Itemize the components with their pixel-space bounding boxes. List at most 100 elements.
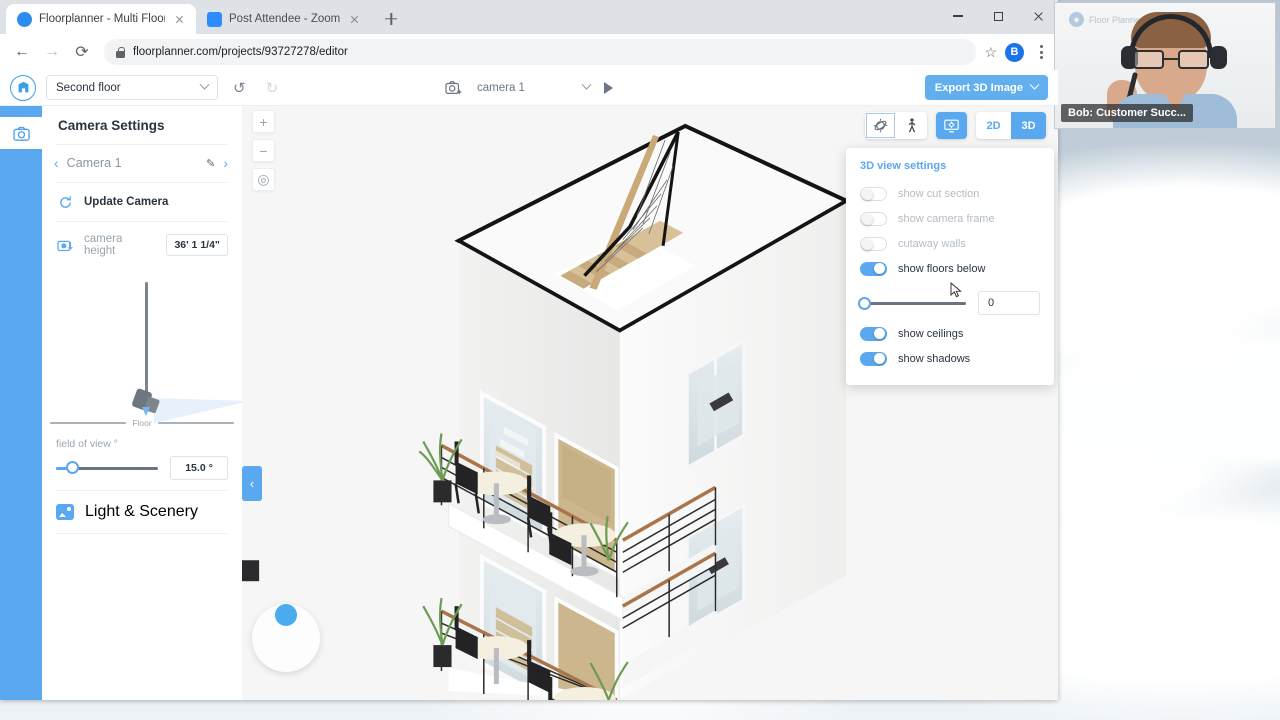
close-icon[interactable] bbox=[172, 12, 187, 27]
toggle-cutaway-walls[interactable] bbox=[860, 236, 887, 251]
update-camera-row[interactable]: Update Camera bbox=[42, 183, 242, 221]
view-settings-button[interactable] bbox=[936, 112, 967, 139]
undo-button[interactable]: ↺ bbox=[228, 79, 251, 97]
orbit-mode-button[interactable] bbox=[865, 112, 896, 139]
floors-below-input[interactable]: 0 bbox=[978, 291, 1040, 315]
compass-handle[interactable] bbox=[275, 604, 297, 626]
maximize-button[interactable] bbox=[978, 0, 1018, 32]
orbit-icon bbox=[873, 118, 888, 133]
camera-height-icon bbox=[56, 237, 74, 253]
export-label: Export 3D Image bbox=[934, 81, 1023, 94]
minimize-button[interactable] bbox=[938, 0, 978, 32]
chevron-down-icon[interactable] bbox=[581, 79, 592, 90]
toggle-show-camera-frame[interactable] bbox=[860, 211, 887, 226]
floorplanner-app: Second floor ↺ ↻ camera 1 Export 3D Imag… bbox=[0, 70, 1058, 700]
navigation-mode-group bbox=[865, 112, 927, 139]
prev-camera-button[interactable]: ‹ bbox=[54, 155, 59, 171]
walk-mode-button[interactable] bbox=[896, 112, 927, 139]
floor-line-left bbox=[50, 421, 127, 425]
zoom-in-button[interactable]: + bbox=[252, 110, 275, 133]
3d-canvas[interactable]: + − ◎ 2D 3D 3D view settings show cut se… bbox=[242, 106, 1058, 700]
view-mode-toolbar: 2D 3D bbox=[865, 112, 1046, 139]
rail-tab-camera[interactable] bbox=[0, 117, 42, 149]
toggle-show-shadows[interactable] bbox=[860, 351, 887, 366]
new-tab-button[interactable] bbox=[378, 6, 404, 32]
camera-height-row: camera height 36' 1 1/4" bbox=[42, 222, 242, 268]
reload-icon[interactable]: ⟳ bbox=[68, 38, 96, 66]
toggle-show-floors-below[interactable] bbox=[860, 261, 887, 276]
camera-selector: ‹ Camera 1 ✎ › bbox=[42, 145, 242, 182]
eyeglasses bbox=[1133, 50, 1209, 70]
camera-height-input[interactable]: 36' 1 1/4" bbox=[166, 234, 228, 256]
dimension-toggle-group: 2D 3D bbox=[976, 112, 1046, 139]
setting-show-floors-below[interactable]: show floors below bbox=[846, 256, 1054, 281]
chevron-down-icon bbox=[199, 79, 210, 90]
setting-label: show floors below bbox=[898, 262, 986, 275]
back-icon[interactable]: ← bbox=[8, 38, 36, 66]
edit-pencil-icon[interactable]: ✎ bbox=[206, 157, 215, 170]
field-of-view-slider[interactable] bbox=[56, 461, 158, 474]
slider-knob[interactable] bbox=[66, 461, 79, 474]
camera-label: Camera 1 bbox=[66, 156, 122, 170]
chevron-down-icon bbox=[1029, 79, 1040, 90]
bookmark-star-icon[interactable]: ☆ bbox=[984, 44, 997, 61]
camera-height-label: camera height bbox=[84, 233, 123, 257]
setting-cutaway-walls[interactable]: cutaway walls bbox=[846, 231, 1054, 256]
setting-show-ceilings[interactable]: show ceilings bbox=[846, 321, 1054, 346]
2d-button[interactable]: 2D bbox=[976, 112, 1011, 139]
floor-select-value: Second floor bbox=[56, 81, 121, 94]
light-and-scenery-row[interactable]: Light & Scenery bbox=[42, 491, 242, 533]
lock-icon bbox=[116, 46, 125, 58]
mouse-cursor bbox=[950, 282, 962, 298]
profile-avatar[interactable]: B bbox=[1005, 42, 1024, 62]
sidebar-collapse-button[interactable]: ‹ bbox=[242, 466, 262, 501]
view-settings-icon bbox=[944, 119, 959, 132]
page-title: Camera Settings bbox=[58, 118, 165, 133]
setting-show-shadows[interactable]: show shadows bbox=[846, 346, 1054, 371]
setting-show-cut-section[interactable]: show cut section bbox=[846, 181, 1054, 206]
light-and-scenery-label: Light & Scenery bbox=[85, 503, 198, 520]
floor-select[interactable]: Second floor bbox=[46, 75, 218, 100]
floors-below-slider[interactable] bbox=[858, 296, 966, 310]
recenter-button[interactable]: ◎ bbox=[252, 168, 275, 191]
camera-name: camera 1 bbox=[477, 81, 525, 94]
orbit-compass-widget[interactable] bbox=[252, 604, 320, 672]
camera-icon bbox=[12, 126, 30, 141]
slider-knob[interactable] bbox=[858, 296, 871, 310]
close-button[interactable] bbox=[1018, 0, 1058, 32]
floorplanner-icon bbox=[17, 11, 32, 27]
address-bar[interactable]: floorplanner.com/projects/93727278/edito… bbox=[104, 39, 977, 65]
zoom-out-button[interactable]: − bbox=[252, 139, 275, 162]
setting-label: show ceilings bbox=[898, 327, 964, 340]
divider bbox=[56, 533, 228, 534]
forward-icon[interactable]: → bbox=[38, 38, 66, 66]
toggle-show-ceilings[interactable] bbox=[860, 326, 887, 341]
field-of-view-input[interactable]: 15.0 ° bbox=[170, 456, 228, 480]
play-button[interactable] bbox=[604, 81, 613, 94]
tab-title: Post Attendee - Zoom bbox=[229, 13, 341, 25]
app-header: Second floor ↺ ↻ camera 1 Export 3D Imag… bbox=[0, 70, 1058, 106]
setting-show-camera-frame[interactable]: show camera frame bbox=[846, 206, 1054, 231]
camera-settings-sidebar: Camera Settings ‹ Camera 1 ✎ › Update Ca… bbox=[42, 106, 250, 700]
field-of-view-label: field of view ° bbox=[56, 438, 118, 450]
browser-tab-floorplanner[interactable]: Floorplanner - Multi Floor & Mu bbox=[6, 4, 196, 34]
redo-button[interactable]: ↻ bbox=[261, 79, 284, 97]
export-3d-image-button[interactable]: Export 3D Image bbox=[924, 75, 1048, 100]
browser-tab-zoom[interactable]: Post Attendee - Zoom bbox=[196, 4, 372, 34]
update-camera-label: Update Camera bbox=[84, 196, 169, 208]
zoom-webcam-overlay: ◈ Floor Planner Bob: Customer Succ... bbox=[1054, 2, 1276, 129]
camera-bar: camera 1 bbox=[445, 79, 613, 96]
tab-title: Floorplanner - Multi Floor & Mu bbox=[39, 13, 165, 25]
toggle-show-cut-section[interactable] bbox=[860, 186, 887, 201]
floor-line: Floor bbox=[50, 418, 234, 428]
floorplanner-logo[interactable] bbox=[10, 74, 36, 101]
url-text: floorplanner.com/projects/93727278/edito… bbox=[133, 46, 348, 58]
camera-direction-arrow bbox=[142, 407, 150, 416]
add-camera-icon[interactable] bbox=[445, 80, 463, 96]
next-camera-button[interactable]: › bbox=[223, 155, 228, 171]
3d-button[interactable]: 3D bbox=[1011, 112, 1046, 139]
field-of-view-row: 15.0 ° bbox=[56, 456, 228, 480]
close-icon[interactable] bbox=[347, 12, 362, 27]
setting-label: show shadows bbox=[898, 352, 971, 365]
browser-menu-icon[interactable] bbox=[1032, 45, 1050, 59]
